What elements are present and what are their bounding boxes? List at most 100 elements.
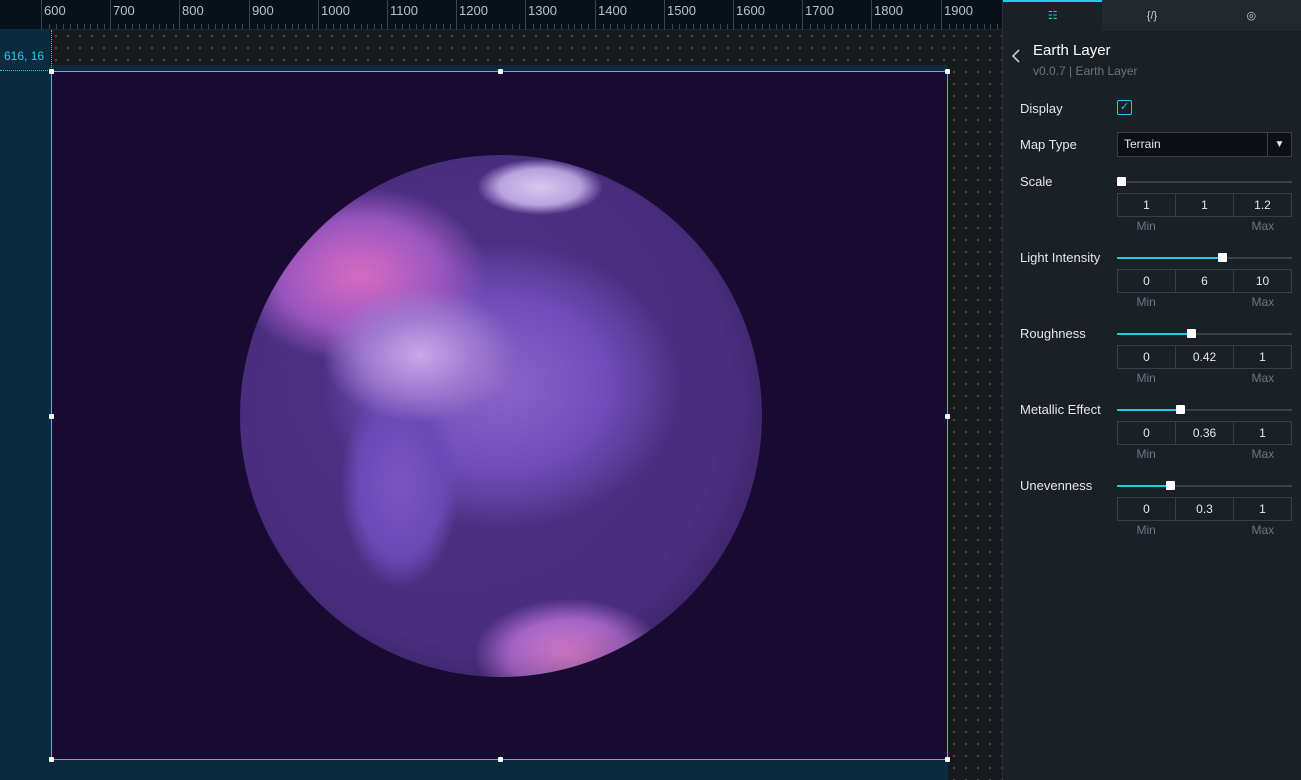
roughness-value-input[interactable]: 0.42 xyxy=(1175,345,1234,369)
canvas-area[interactable]: 600 700 800 900 1000 1100 1200 1300 1400 1500 1600… xyxy=(0,0,1002,780)
ruler-tick-label: 1200 xyxy=(459,3,488,18)
unevenness-slider[interactable] xyxy=(1117,481,1292,490)
ruler-minor-tick xyxy=(651,24,652,29)
ruler-minor-tick xyxy=(443,24,444,29)
ruler-minor-tick xyxy=(84,24,85,29)
roughness-max-input[interactable]: 1 xyxy=(1233,345,1292,369)
unevenness-slider-thumb[interactable] xyxy=(1165,481,1175,490)
map-type-select[interactable]: Terrain ▼ xyxy=(1117,132,1292,157)
ruler-minor-tick xyxy=(886,24,887,29)
ruler-minor-tick xyxy=(769,24,770,29)
caret-down-icon: ▼ xyxy=(1267,133,1291,156)
ruler-major-tick xyxy=(595,0,596,30)
unevenness-label: Unevenness xyxy=(1020,478,1093,493)
scale-min-input[interactable]: 1 xyxy=(1117,193,1176,217)
roughness-min-input[interactable]: 0 xyxy=(1117,345,1176,369)
tab-data[interactable]: {/} xyxy=(1102,0,1201,31)
ruler-minor-tick xyxy=(631,24,632,29)
ruler-minor-tick xyxy=(271,24,272,29)
resize-handle-top[interactable] xyxy=(498,69,503,74)
ruler-minor-tick xyxy=(285,24,286,29)
ruler-minor-tick xyxy=(471,24,472,29)
ruler-minor-tick xyxy=(492,24,493,29)
metallic-effect-slider[interactable] xyxy=(1117,405,1292,414)
resize-handle-bottom-left[interactable] xyxy=(49,757,54,762)
unevenness-max-input[interactable]: 1 xyxy=(1233,497,1292,521)
ruler-minor-tick xyxy=(215,24,216,29)
unevenness-value-input[interactable]: 0.3 xyxy=(1175,497,1234,521)
scale-captions: Min Max xyxy=(1117,219,1292,233)
min-caption: Min xyxy=(1136,219,1156,233)
metallic-effect-min-input[interactable]: 0 xyxy=(1117,421,1176,445)
display-checkbox[interactable]: ✓ xyxy=(1117,100,1132,115)
tab-settings[interactable]: ☷ xyxy=(1003,0,1103,31)
min-caption: Min xyxy=(1136,523,1156,537)
unevenness-captions: Min Max xyxy=(1117,523,1292,537)
resize-handle-top-right[interactable] xyxy=(945,69,950,74)
ruler-minor-tick xyxy=(533,24,534,29)
unevenness-min-input[interactable]: 0 xyxy=(1117,497,1176,521)
scale-max-input[interactable]: 1.2 xyxy=(1233,193,1292,217)
ruler-minor-tick xyxy=(748,24,749,29)
ruler-minor-tick xyxy=(395,24,396,29)
resize-handle-bottom-right[interactable] xyxy=(945,757,950,762)
ruler-minor-tick xyxy=(512,24,513,29)
resize-handle-right[interactable] xyxy=(945,414,950,419)
back-chevron-icon[interactable] xyxy=(1011,48,1021,69)
roughness-inputs: 0 0.42 1 xyxy=(1117,345,1292,369)
ruler-minor-tick xyxy=(222,24,223,29)
ruler-minor-tick xyxy=(679,24,680,29)
ruler-minor-tick xyxy=(970,24,971,29)
resize-handle-bottom[interactable] xyxy=(498,757,503,762)
ruler-major-tick xyxy=(249,0,250,30)
ruler-tick-label: 1400 xyxy=(598,3,627,18)
ruler-minor-tick xyxy=(963,24,964,29)
unevenness-slider-fill xyxy=(1117,485,1170,487)
metallic-effect-slider-thumb[interactable] xyxy=(1176,405,1185,414)
max-caption: Max xyxy=(1251,523,1275,537)
ruler-minor-tick xyxy=(292,24,293,29)
metallic-effect-inputs: 0 0.36 1 xyxy=(1117,421,1292,445)
ruler-tick-label: 1100 xyxy=(390,3,418,18)
ruler-minor-tick xyxy=(879,24,880,29)
roughness-slider[interactable] xyxy=(1117,329,1292,338)
light-intensity-slider[interactable] xyxy=(1117,253,1292,262)
light-intensity-max-input[interactable]: 10 xyxy=(1233,269,1292,293)
ruler-minor-tick xyxy=(173,24,174,29)
ruler-tick-label: 1600 xyxy=(736,3,765,18)
light-intensity-min-input[interactable]: 0 xyxy=(1117,269,1176,293)
metallic-effect-label: Metallic Effect xyxy=(1020,402,1101,417)
scale-slider[interactable] xyxy=(1117,177,1292,186)
panel-tabs: ☷ {/} ◎ xyxy=(1003,0,1301,31)
ruler-tick-label: 700 xyxy=(113,3,135,18)
roughness-slider-thumb[interactable] xyxy=(1186,329,1196,338)
ruler-minor-tick xyxy=(574,24,575,29)
min-caption: Min xyxy=(1136,371,1156,385)
metallic-effect-value-input[interactable]: 0.36 xyxy=(1175,421,1234,445)
tab-interaction[interactable]: ◎ xyxy=(1202,0,1301,31)
scale-value-input[interactable]: 1 xyxy=(1175,193,1234,217)
light-intensity-slider-fill xyxy=(1117,257,1222,259)
ruler-minor-tick xyxy=(153,24,154,29)
ruler-major-tick xyxy=(387,0,388,30)
metallic-effect-slider-fill xyxy=(1117,409,1180,411)
light-intensity-captions: Min Max xyxy=(1117,295,1292,309)
earth-layer-component[interactable] xyxy=(49,69,950,762)
ruler-minor-tick xyxy=(104,24,105,29)
ruler-minor-tick xyxy=(540,24,541,29)
ruler-minor-tick xyxy=(644,24,645,29)
ruler-minor-tick xyxy=(796,24,797,29)
min-caption: Min xyxy=(1136,447,1156,461)
ruler-minor-tick xyxy=(402,24,403,29)
resize-handle-top-left[interactable] xyxy=(49,69,54,74)
earth-globe[interactable] xyxy=(240,155,762,677)
resize-handle-left[interactable] xyxy=(49,414,54,419)
light-intensity-value-input[interactable]: 6 xyxy=(1175,269,1234,293)
ruler-minor-tick xyxy=(333,24,334,29)
ruler-minor-tick xyxy=(118,24,119,29)
ruler-minor-tick xyxy=(949,24,950,29)
ruler-minor-tick xyxy=(789,24,790,29)
metallic-effect-max-input[interactable]: 1 xyxy=(1233,421,1292,445)
light-intensity-slider-thumb[interactable] xyxy=(1218,253,1227,262)
scale-slider-thumb[interactable] xyxy=(1117,177,1126,186)
